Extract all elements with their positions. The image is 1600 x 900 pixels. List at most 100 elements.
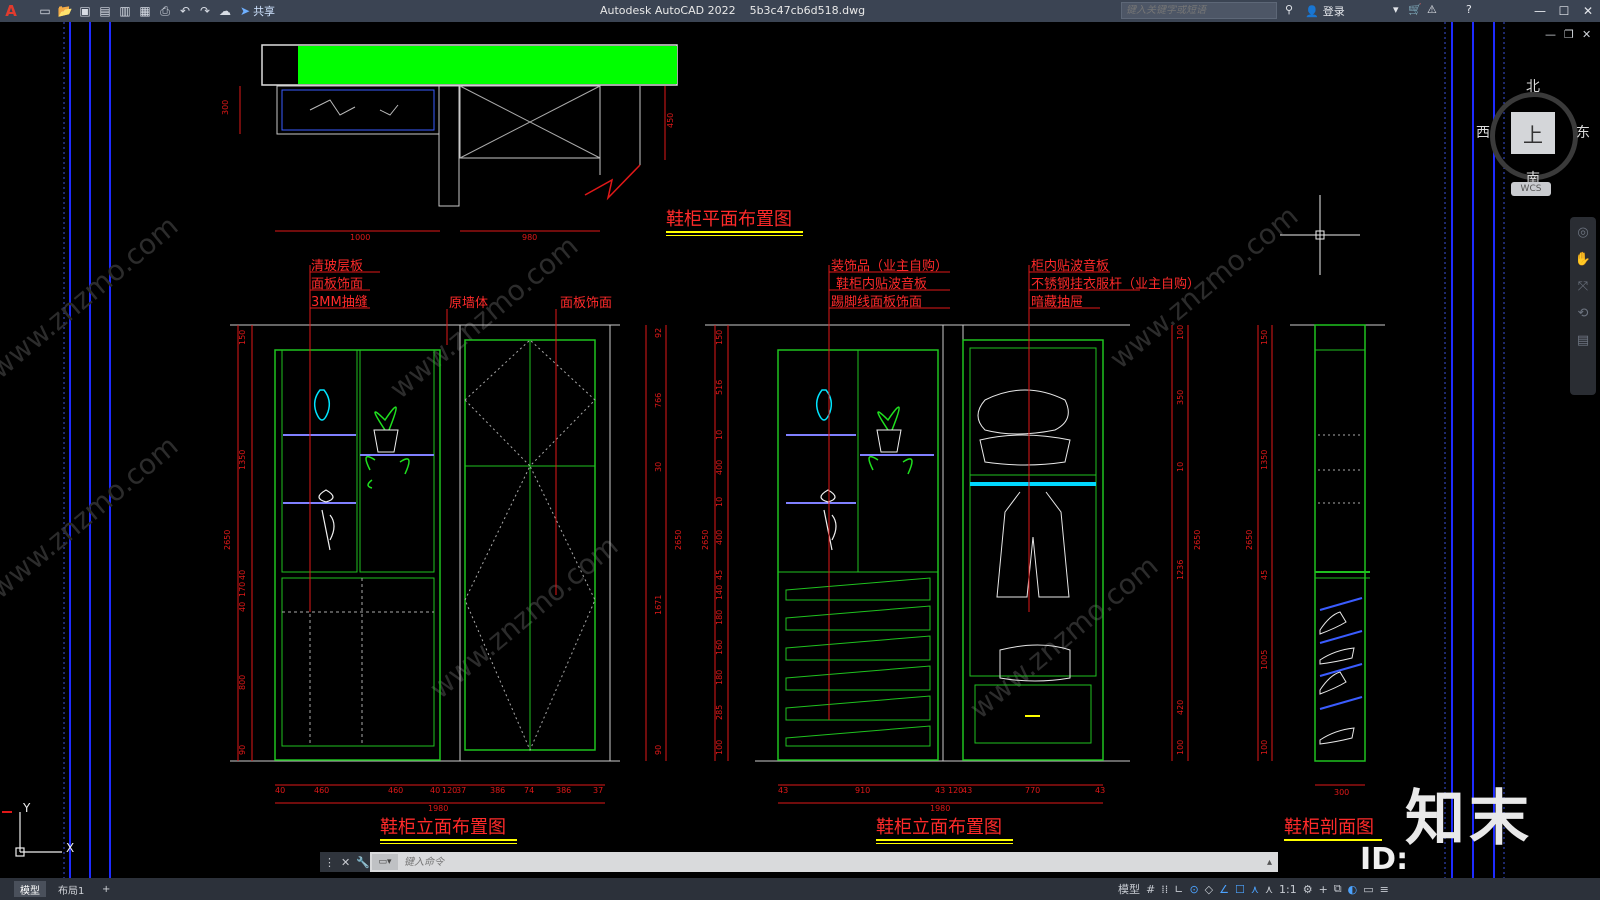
maximize-icon[interactable]: ☐ — [1552, 0, 1576, 22]
zoom-icon[interactable]: ⤧ — [1578, 279, 1588, 294]
dim-text: 1350 — [238, 450, 247, 470]
dim-text: 100 — [1260, 740, 1269, 755]
publish-icon[interactable]: ▥ — [116, 2, 134, 20]
viewcube-top-face[interactable]: 上 — [1511, 112, 1555, 154]
plot-preview-icon[interactable]: ▦ — [136, 2, 154, 20]
ortho-icon[interactable]: ∟ — [1174, 883, 1183, 896]
tab-layout1[interactable]: 布局1 — [52, 881, 90, 897]
compass-west[interactable]: 西 — [1476, 122, 1490, 142]
command-line: ▭▾ ▴ — [320, 852, 1278, 872]
autodesk-a360-icon[interactable]: ⚠ — [1427, 3, 1437, 16]
share-button[interactable]: ➤ 共享 — [240, 3, 275, 19]
dim-text: 800 — [238, 675, 247, 690]
save-icon[interactable]: ▣ — [76, 2, 94, 20]
clean-screen-icon[interactable]: ▭ — [1363, 883, 1373, 896]
settings-gear-icon[interactable]: ⚙ — [1303, 883, 1313, 896]
wm-text-1: www.znzmo.com — [0, 209, 184, 385]
viewport-close-icon[interactable]: ✕ — [1582, 28, 1591, 41]
app-logo[interactable]: A — [0, 0, 22, 22]
dim-text: 300 — [1334, 788, 1349, 797]
print-icon[interactable]: ⎙ — [156, 2, 174, 20]
navigation-bar: ◎ ✋ ⤧ ⟲ ▤ — [1570, 217, 1596, 395]
cart-icon[interactable]: 🛒 — [1408, 3, 1422, 16]
login-label: 登录 — [1322, 5, 1345, 18]
dim-text: 450 — [666, 113, 675, 128]
dim-text: 43 — [778, 786, 788, 795]
annotation-label: 3MM抽缝 — [311, 295, 368, 310]
dropdown-arrow-icon[interactable]: ▾ — [1393, 3, 1399, 16]
command-input[interactable] — [398, 853, 1267, 871]
viewport-restore-icon[interactable]: ❐ — [1564, 28, 1574, 41]
command-prompt-icon[interactable]: ▭▾ — [372, 854, 398, 870]
dim-text: 1671 — [654, 595, 663, 615]
add-layout-button[interactable]: + — [96, 881, 116, 897]
showmotion-icon[interactable]: ▤ — [1577, 333, 1589, 348]
help-icon[interactable]: ? — [1466, 3, 1472, 16]
compass-east[interactable]: 东 — [1576, 122, 1590, 142]
annotation-label: 清玻层板 — [311, 259, 363, 274]
annotation-scale-button[interactable]: 1:1 — [1279, 883, 1297, 896]
dim-text: 1350 — [1260, 450, 1269, 470]
viewport-minimize-icon[interactable]: — — [1545, 28, 1556, 41]
workspace-icon[interactable]: ☁ — [216, 2, 234, 20]
dim-text: 2650 — [1193, 530, 1202, 550]
redo-icon[interactable]: ↷ — [196, 2, 214, 20]
wm-text-4: www.znzmo.com — [423, 529, 624, 705]
pan-icon[interactable]: ✋ — [1575, 252, 1591, 267]
dim-text: 45 — [715, 570, 724, 580]
dim-text: 980 — [522, 233, 537, 242]
lineweight-icon[interactable]: ☐ — [1235, 883, 1245, 896]
plan-plant-sketch — [309, 99, 399, 116]
command-history-icon[interactable]: ▴ — [1267, 857, 1278, 868]
annotation-label: 踢脚线面板饰面 — [831, 294, 922, 310]
polar-icon[interactable]: ⊙ — [1189, 883, 1198, 896]
compass-north[interactable]: 北 — [1526, 76, 1540, 96]
osnap-icon[interactable]: ◇ — [1205, 883, 1213, 896]
dim-text: 10 — [1176, 462, 1185, 472]
crosshair-cursor — [1280, 195, 1360, 275]
undo-icon[interactable]: ↶ — [176, 2, 194, 20]
minimize-icon[interactable]: — — [1528, 0, 1552, 22]
search-input[interactable] — [1122, 5, 1276, 16]
tab-model[interactable]: 模型 — [14, 881, 46, 897]
dim-text: 2650 — [1245, 530, 1254, 550]
dim-text: 92 — [654, 328, 663, 338]
status-toolbar: 模型 # ⁞⁞ ∟ ⊙ ◇ ∠ ☐ ⋏ ⋏ 1:1 ⚙ + ⧉ ◐ ▭ ≡ — [1118, 880, 1389, 898]
snap-icon[interactable]: ⁞⁞ — [1161, 883, 1168, 896]
open-icon[interactable]: 📂 — [56, 2, 74, 20]
dim-text: 1005 — [1260, 650, 1269, 670]
viewcube[interactable]: 上 北 南 西 东 — [1476, 79, 1590, 192]
steering-wheel-icon[interactable]: ◎ — [1577, 225, 1588, 240]
share-label: 共享 — [253, 5, 276, 18]
model-space-button[interactable]: 模型 — [1118, 881, 1140, 897]
plan-green-top — [298, 46, 677, 84]
otrack-icon[interactable]: ∠ — [1219, 883, 1229, 896]
dim-text: 180 — [715, 610, 724, 625]
dim-text: 45 — [1260, 570, 1269, 580]
search-box[interactable] — [1121, 2, 1277, 19]
dim-text: 300 — [221, 100, 230, 115]
grid-icon[interactable]: # — [1146, 883, 1155, 896]
customize-menu-icon[interactable]: ≡ — [1380, 883, 1389, 896]
dim-text: 460 — [388, 786, 403, 795]
saveas-icon[interactable]: ▤ — [96, 2, 114, 20]
window-controls: — ☐ ✕ — [1528, 0, 1600, 22]
isolate-icon[interactable]: ⧉ — [1334, 882, 1342, 896]
customize-icon[interactable]: 🔧 — [356, 856, 370, 869]
login-button[interactable]: 👤 登录 — [1305, 3, 1345, 19]
wcs-menu[interactable]: WCS — [1511, 182, 1551, 196]
hardware-accel-icon[interactable]: ◐ — [1348, 883, 1358, 896]
new-icon[interactable]: ▭ — [36, 2, 54, 20]
search-button[interactable]: ⚲ — [1285, 3, 1293, 16]
grip-icon[interactable]: ⋮ — [324, 856, 335, 869]
autoscale-icon[interactable]: ⋏ — [1265, 883, 1273, 896]
command-line-handle: ⋮ ✕ 🔧 — [320, 852, 370, 872]
dim-text: 285 — [715, 705, 724, 720]
plus-icon[interactable]: + — [1319, 883, 1328, 896]
close-icon[interactable]: ✕ — [341, 856, 350, 869]
drawing-canvas[interactable]: www.znzmo.com www.znzmo.com www.znzmo.co… — [0, 22, 1600, 900]
orbit-icon[interactable]: ⟲ — [1578, 306, 1589, 321]
close-icon[interactable]: ✕ — [1576, 0, 1600, 22]
annotation-visibility-icon[interactable]: ⋏ — [1251, 883, 1259, 896]
wm-text-2: www.znzmo.com — [383, 229, 584, 405]
